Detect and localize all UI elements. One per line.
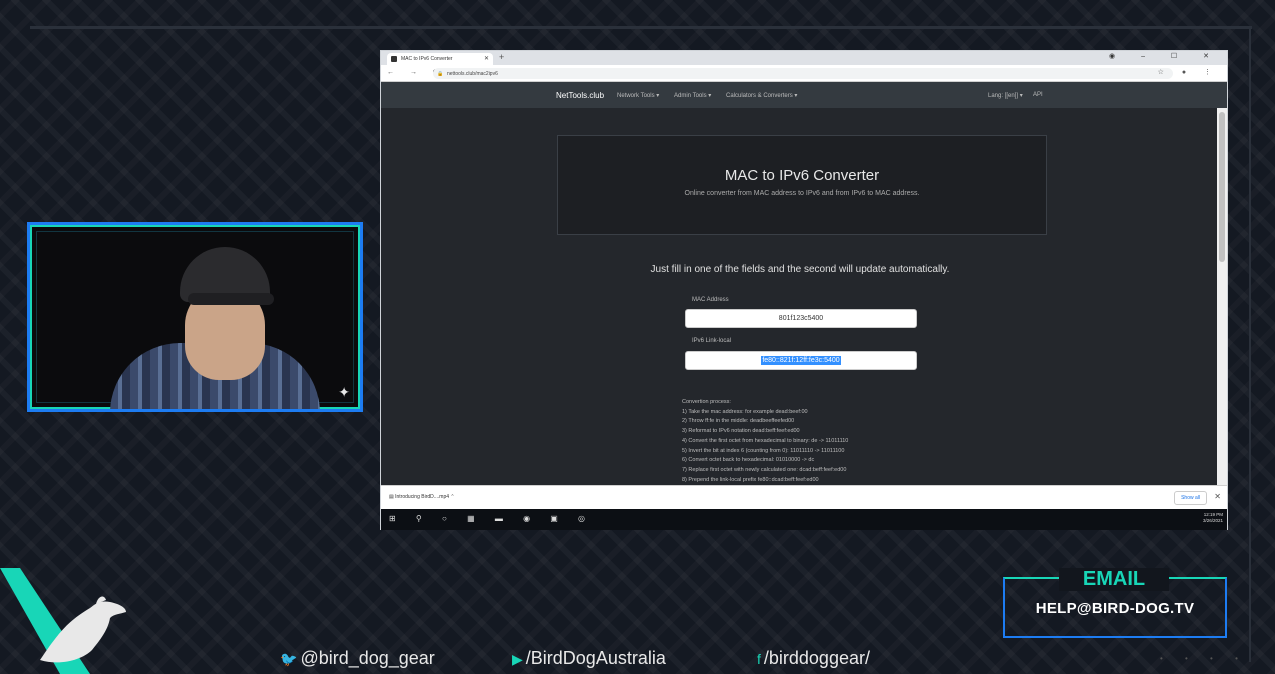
process-title: Convertion process:: [682, 399, 731, 405]
process-step: 2) Throw ff:fe in the middle: deadbeeffe…: [682, 418, 795, 425]
url-field[interactable]: 🔒 nettools.club/mac2ipv6: [433, 68, 1173, 79]
close-download-bar-icon[interactable]: ✕: [1214, 492, 1221, 501]
toolbar-icons[interactable]: ☆ ● ⋮: [1158, 68, 1219, 76]
twitter-text: @bird_dog_gear: [300, 648, 435, 668]
download-item[interactable]: ▤ Introducing BirdD....mp4 ⌃: [389, 494, 455, 500]
process-step: 1) Take the mac address: for example dea…: [682, 408, 808, 415]
nav-api[interactable]: API: [1033, 92, 1043, 98]
youtube-handle: ▶/BirdDogAustralia: [512, 648, 666, 669]
mac-label: MAC Address: [692, 297, 729, 303]
presenter-cap-brim: [188, 293, 274, 305]
new-tab-icon[interactable]: +: [499, 52, 504, 62]
youtube-text: /BirdDogAustralia: [525, 648, 666, 668]
show-all-button[interactable]: Show all: [1174, 491, 1207, 505]
lead-text: Just fill in one of the fields and the s…: [650, 264, 950, 275]
nav-lang[interactable]: Lang: [[en]] ▾: [988, 92, 1023, 99]
tab-bar: MAC to IPv6 Converter ✕ + ◉ – ☐ ✕: [381, 51, 1227, 65]
facebook-handle: f/birddoggear/: [757, 648, 870, 669]
site-navbar: NetTools.club Network Tools ▾ Admin Tool…: [381, 82, 1227, 108]
bird-logo-icon: ✦: [338, 384, 350, 400]
webcam-frame: ✦: [27, 222, 363, 412]
nav-network-tools[interactable]: Network Tools ▾: [617, 92, 659, 99]
ipv6-label: IPv6 Link-local: [692, 338, 732, 344]
scrollbar-thumb[interactable]: [1219, 112, 1225, 262]
address-bar: ← → ⟳ 🔒 nettools.club/mac2ipv6 ☆ ● ⋮: [381, 65, 1227, 82]
taskbar-clock[interactable]: 12:19 PM 3/26/2021: [1203, 512, 1223, 524]
page-scrollbar[interactable]: [1217, 108, 1227, 491]
download-bar: ▤ Introducing BirdD....mp4 ⌃ Show all ✕: [381, 485, 1227, 509]
browser-window: MAC to IPv6 Converter ✕ + ◉ – ☐ ✕ ← → ⟳ …: [380, 50, 1228, 530]
page-subtitle: Online converter from MAC address to IPv…: [684, 190, 920, 197]
process-step: 3) Reformat to IPv6 notation dead:beff:f…: [682, 428, 800, 435]
site-brand[interactable]: NetTools.club: [556, 91, 604, 100]
twitter-icon: 🐦: [280, 651, 298, 667]
frame-line: [30, 26, 1252, 29]
frame-line: [1249, 26, 1251, 662]
process-step: 6) Convert octet back to hexadecimal: 01…: [682, 457, 815, 464]
taskbar-icons[interactable]: ⊞ ⚲ ○ ▦ ▬ ◉ ▣ ◎: [389, 514, 594, 523]
nav-calculators[interactable]: Calculators & Converters ▾: [726, 92, 797, 99]
twitter-handle: 🐦 @bird_dog_gear: [280, 648, 435, 669]
conversion-process: Convertion process: 1) Take the mac addr…: [682, 398, 848, 485]
url-text: nettools.club/mac2ipv6: [447, 71, 498, 77]
page-title: MAC to IPv6 Converter: [724, 167, 880, 184]
close-tab-icon[interactable]: ✕: [484, 55, 489, 62]
lock-icon: 🔒: [437, 71, 444, 77]
ipv6-input[interactable]: fe80::821f:12ff:fe3c:5400: [685, 351, 917, 370]
jumbotron: MAC to IPv6 Converter Online converter f…: [557, 135, 1047, 235]
youtube-icon: ▶: [512, 651, 523, 667]
facebook-text: /birddoggear/: [763, 648, 870, 668]
windows-taskbar: ⊞ ⚲ ○ ▦ ▬ ◉ ▣ ◎ 12:19 PM 3/26/2021: [381, 509, 1227, 530]
taskbar-date: 3/26/2021: [1202, 518, 1223, 523]
birddog-logo-icon: [0, 568, 126, 674]
process-step: 8) Prepend the link-local prefix fe80::d…: [682, 476, 819, 483]
nav-admin-tools[interactable]: Admin Tools ▾: [674, 92, 711, 99]
favicon-icon: [391, 56, 397, 62]
mac-input[interactable]: 801f123c5400: [685, 309, 917, 328]
page-content: MAC to IPv6 Converter Online converter f…: [381, 108, 1219, 491]
window-controls[interactable]: ◉ – ☐ ✕: [1109, 52, 1221, 60]
process-step: 5) Invert the bit at index 6 (counting f…: [682, 447, 845, 454]
tab-title: MAC to IPv6 Converter: [401, 56, 453, 62]
process-step: 7) Replace first octet with newly calcul…: [682, 466, 847, 473]
email-title: EMAIL: [1059, 568, 1169, 591]
decorative-dots: • • • •: [1160, 654, 1248, 663]
process-step: 4) Convert the first octet from hexadeci…: [682, 437, 849, 444]
email-address: HELP@BIRD-DOG.TV: [1035, 600, 1195, 617]
browser-tab[interactable]: MAC to IPv6 Converter ✕: [387, 53, 493, 65]
ipv6-selected-text: fe80::821f:12ff:fe3c:5400: [761, 356, 841, 365]
download-filename: Introducing BirdD....mp4: [395, 494, 450, 500]
facebook-icon: f: [757, 651, 761, 667]
